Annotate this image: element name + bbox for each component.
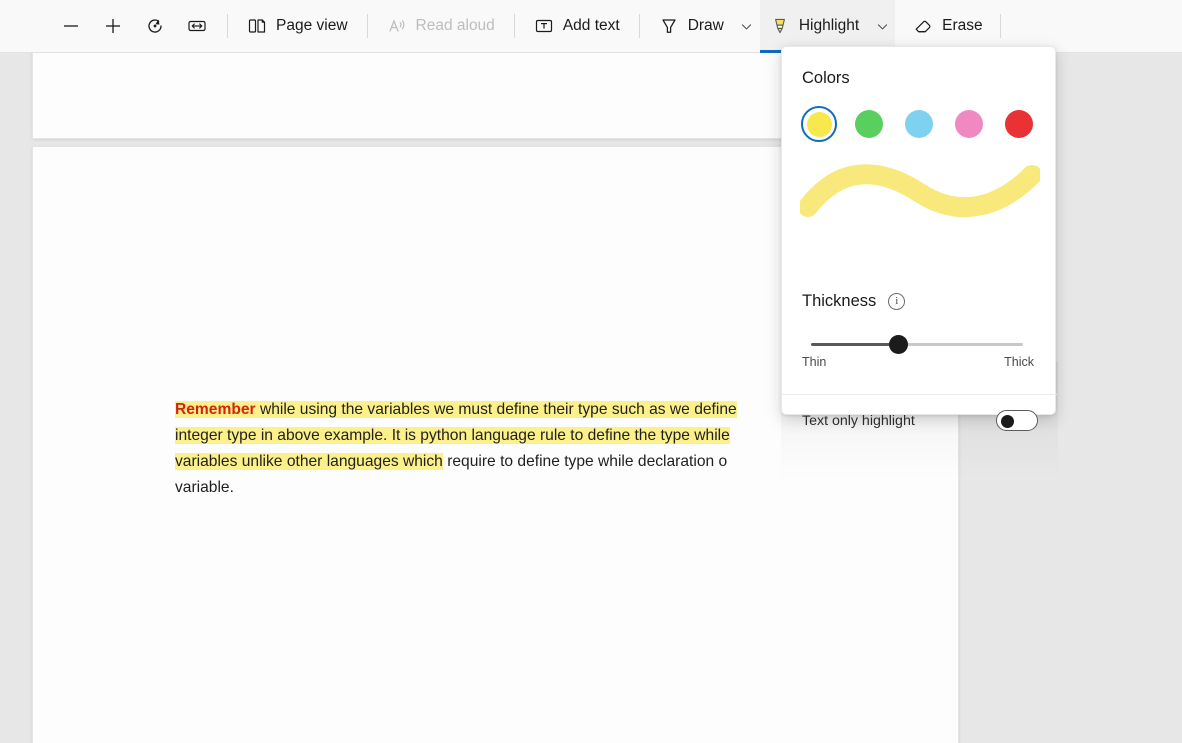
document-line-2-text: integer type in above example. It is pyt… <box>175 427 730 444</box>
document-line-3-rest: require to define type while declaration… <box>443 453 727 470</box>
color-swatch-pink-fill <box>955 110 983 138</box>
toolbar-divider-4 <box>639 14 640 38</box>
color-swatch-blue-fill <box>905 110 933 138</box>
flyout-divider <box>782 394 1057 395</box>
text-only-highlight-row: Text only highlight <box>802 410 1038 431</box>
thickness-thick-label: Thick <box>1004 355 1034 369</box>
color-swatch-yellow-fill <box>807 112 832 137</box>
add-text-icon <box>534 16 554 36</box>
color-swatch-list <box>801 106 1037 142</box>
thickness-slider[interactable] <box>811 338 1023 352</box>
toolbar-left-spacer <box>0 26 50 27</box>
color-swatch-yellow[interactable] <box>801 106 837 142</box>
thickness-thin-label: Thin <box>802 355 826 369</box>
zoom-in-button[interactable] <box>92 6 134 46</box>
add-text-button[interactable]: Add text <box>524 6 630 46</box>
highlight-chevron-down-icon[interactable] <box>869 6 895 46</box>
highlight-tool-group: Highlight <box>760 0 895 53</box>
document-line-1-rest: while using the variables we must define… <box>256 401 737 418</box>
thickness-slider-fill <box>811 343 896 346</box>
fit-to-width-button[interactable] <box>176 6 218 46</box>
document-line-3-highlighted: variables unlike other languages which <box>175 453 443 470</box>
document-line-3: variables unlike other languages which r… <box>175 449 875 475</box>
eraser-icon <box>913 16 933 36</box>
highlighter-icon <box>770 16 790 36</box>
color-swatch-red[interactable] <box>1001 106 1037 142</box>
minus-icon <box>61 16 81 36</box>
stroke-preview <box>800 155 1040 227</box>
zoom-out-button[interactable] <box>50 6 92 46</box>
document-line-4: variable. <box>175 475 875 501</box>
document-body-text: Remember while using the variables we mu… <box>175 397 875 501</box>
highlight-label: Highlight <box>799 17 859 35</box>
plus-icon <box>103 16 123 36</box>
draw-label: Draw <box>688 17 724 35</box>
text-only-highlight-toggle[interactable] <box>996 410 1038 431</box>
add-text-label: Add text <box>563 17 620 35</box>
erase-label: Erase <box>942 17 983 35</box>
rotate-button[interactable] <box>134 6 176 46</box>
thickness-slider-labels: Thin Thick <box>802 355 1034 369</box>
rotate-icon <box>145 16 165 36</box>
color-swatch-pink[interactable] <box>951 106 987 142</box>
color-swatch-green[interactable] <box>851 106 887 142</box>
thickness-heading-row: Thickness i <box>802 292 905 311</box>
fit-width-icon <box>187 16 207 36</box>
toolbar-divider-1 <box>227 14 228 38</box>
toolbar-divider-5 <box>1000 14 1001 38</box>
thickness-slider-thumb[interactable] <box>889 335 908 354</box>
page-view-button[interactable]: Page view <box>237 6 358 46</box>
toolbar-divider-3 <box>514 14 515 38</box>
highlight-button[interactable]: Highlight <box>760 6 869 46</box>
text-only-highlight-label: Text only highlight <box>802 413 915 429</box>
color-swatch-blue[interactable] <box>901 106 937 142</box>
pdf-reader-window: Page view Read aloud <box>0 0 1182 743</box>
remember-keyword: Remember <box>175 401 256 418</box>
erase-button[interactable]: Erase <box>903 6 993 46</box>
toggle-knob <box>1001 415 1014 428</box>
page-view-label: Page view <box>276 17 348 35</box>
draw-button[interactable]: Draw <box>649 6 734 46</box>
document-line-1: Remember while using the variables we mu… <box>175 397 875 423</box>
document-line-2: integer type in above example. It is pyt… <box>175 423 875 449</box>
draw-tool-group: Draw <box>649 0 760 53</box>
color-swatch-red-fill <box>1005 110 1033 138</box>
read-aloud-icon <box>387 16 407 36</box>
read-aloud-button[interactable]: Read aloud <box>377 6 505 46</box>
color-swatch-green-fill <box>855 110 883 138</box>
page-view-icon <box>247 16 267 36</box>
pen-icon <box>659 16 679 36</box>
highlight-options-flyout: Colors Thickness i <box>781 46 1056 415</box>
document-line-4-text: variable. <box>175 479 234 496</box>
thickness-heading: Thickness <box>802 292 876 311</box>
info-icon[interactable]: i <box>888 293 905 310</box>
draw-chevron-down-icon[interactable] <box>734 6 760 46</box>
colors-heading: Colors <box>802 69 850 88</box>
read-aloud-label: Read aloud <box>416 17 495 35</box>
toolbar-divider-2 <box>367 14 368 38</box>
